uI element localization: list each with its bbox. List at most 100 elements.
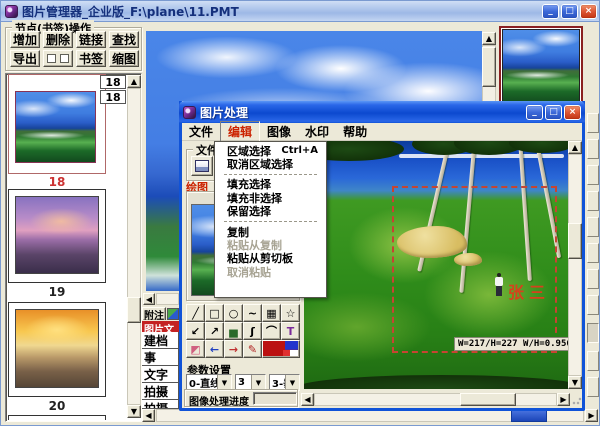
- chevron-down-icon[interactable]: ▼: [285, 375, 299, 390]
- tool-pencil[interactable]: ✎: [243, 340, 262, 358]
- dialog-close-button[interactable]: ×: [564, 105, 581, 120]
- list-scroll-up-button[interactable]: ▲: [127, 75, 141, 88]
- notes-row[interactable]: 建档: [142, 332, 179, 349]
- pager-segment[interactable]: [587, 269, 599, 289]
- tool-line[interactable]: ╱: [186, 304, 205, 322]
- pager-segment[interactable]: [587, 139, 599, 159]
- tool-pattern[interactable]: ▦: [262, 304, 281, 322]
- thumbnail-image-18: [15, 91, 96, 163]
- tool-arrow-right[interactable]: →: [224, 340, 243, 358]
- export-button[interactable]: 导出: [10, 50, 40, 67]
- tool-bars[interactable]: ▅: [224, 322, 243, 340]
- pager-segment-active[interactable]: [587, 323, 599, 343]
- dialog-titlebar: 图片处理 _ □ ×: [179, 101, 585, 123]
- dialog-vscrollbar-thumb[interactable]: [568, 223, 582, 259]
- dialog-vscrollbar-track[interactable]: [568, 154, 582, 376]
- checkbox-pair-button[interactable]: [43, 50, 73, 67]
- tool-arc[interactable]: ⌒: [262, 322, 281, 340]
- notes-row[interactable]: 事: [142, 349, 179, 366]
- node-number-field[interactable]: 18: [100, 75, 126, 89]
- thumbnail-label-18: 18: [8, 175, 106, 189]
- pager-segment[interactable]: [587, 165, 599, 185]
- dialog-title: 图片处理: [200, 104, 248, 121]
- tool-eraser[interactable]: ◩: [186, 340, 205, 358]
- floppy-icon: [195, 160, 209, 172]
- menu-item-cancel-region[interactable]: 取消区域选择: [215, 157, 326, 170]
- dialog-icon: [183, 106, 196, 119]
- list-scrollbar-track[interactable]: [127, 88, 141, 405]
- pager-segment[interactable]: [587, 217, 599, 237]
- delete-button[interactable]: 删除: [43, 31, 73, 48]
- tab-icon[interactable]: [167, 308, 179, 320]
- list-item-19[interactable]: [8, 189, 106, 283]
- menu-edit[interactable]: 编辑: [220, 121, 260, 142]
- checkbox-2[interactable]: [60, 54, 69, 63]
- selection-rectangle[interactable]: [392, 186, 557, 353]
- main-scroll-left-button[interactable]: ◀: [142, 409, 155, 422]
- main-scroll-right-button[interactable]: ▶: [585, 409, 598, 422]
- list-scrollbar-thumb[interactable]: [127, 297, 141, 323]
- notes-hscroll-track[interactable]: [156, 293, 179, 305]
- tool-arrow-left[interactable]: ←: [205, 340, 224, 358]
- save-button[interactable]: [191, 156, 213, 176]
- bookmark-button[interactable]: 书签: [76, 50, 106, 67]
- thumbnail-image-19: [15, 196, 99, 274]
- list-scroll-down-button[interactable]: ▼: [127, 405, 141, 418]
- tool-rectangle[interactable]: □: [205, 304, 224, 322]
- dialog-hscrollbar-thumb[interactable]: [460, 393, 516, 406]
- menu-file[interactable]: 文件: [182, 122, 220, 141]
- minimize-button[interactable]: _: [542, 4, 559, 19]
- main-scroll-up-button[interactable]: ▲: [482, 32, 496, 45]
- tool-ellipse[interactable]: ○: [224, 304, 243, 322]
- add-button[interactable]: 增加: [10, 31, 40, 48]
- chevron-down-icon[interactable]: ▼: [217, 375, 231, 390]
- notes-row[interactable]: 拍摄: [142, 400, 179, 409]
- menu-item-keep-selection[interactable]: 保留选择: [215, 205, 326, 218]
- pager-segment[interactable]: [587, 295, 599, 315]
- color-palette[interactable]: [262, 340, 300, 358]
- close-button[interactable]: ×: [580, 4, 597, 19]
- preview-thumbnail[interactable]: [502, 29, 580, 104]
- pager-segment[interactable]: [587, 351, 599, 371]
- list-item-20[interactable]: [8, 302, 106, 397]
- menu-help[interactable]: 帮助: [336, 122, 374, 141]
- image-manager-window: 图片管理器_企业版_F:\plane\11.PMT _ □ × ▲ 节点(书签)…: [0, 0, 600, 426]
- resize-grip[interactable]: [572, 395, 582, 405]
- chevron-down-icon[interactable]: ▼: [251, 375, 265, 390]
- dialog-hscrollbar-track[interactable]: [314, 393, 557, 406]
- pager-segment[interactable]: [587, 377, 599, 397]
- node-number-field-2[interactable]: 18: [100, 90, 126, 104]
- notes-row[interactable]: 拍摄: [142, 383, 179, 400]
- tab-notes[interactable]: 附注: [142, 307, 166, 320]
- tool-arrow-sw[interactable]: ↙: [186, 322, 205, 340]
- notes-row[interactable]: 文字: [142, 366, 179, 383]
- pager-segment[interactable]: [587, 113, 599, 133]
- link-button[interactable]: 链接: [76, 31, 106, 48]
- dialog-image-view[interactable]: 张三 W=217/H=227 W/H=0.956: [304, 141, 568, 389]
- pager-segment[interactable]: [587, 243, 599, 263]
- notes-scroll-left-button[interactable]: ◀: [143, 293, 155, 305]
- tool-zigzag[interactable]: ʃ: [243, 322, 262, 340]
- shortcut: Ctrl+A: [281, 145, 318, 156]
- main-vscrollbar-thumb[interactable]: [482, 47, 496, 87]
- menu-watermark[interactable]: 水印: [298, 122, 336, 141]
- dialog-scroll-down-button[interactable]: ▼: [568, 376, 582, 389]
- checkbox-1[interactable]: [47, 54, 56, 63]
- dialog-maximize-button[interactable]: □: [545, 105, 562, 120]
- thumbnail-button[interactable]: 缩图: [109, 50, 139, 67]
- dialog-scroll-right-button[interactable]: ▶: [557, 393, 570, 406]
- dialog-minimize-button[interactable]: _: [526, 105, 543, 120]
- tool-curve[interactable]: ~: [243, 304, 262, 322]
- find-button[interactable]: 查找: [109, 31, 139, 48]
- dialog-scroll-left-button[interactable]: ◀: [301, 393, 314, 406]
- tool-star[interactable]: ☆: [281, 304, 300, 322]
- maximize-button[interactable]: □: [561, 4, 578, 19]
- list-item-18[interactable]: [8, 74, 106, 174]
- tool-text[interactable]: T: [281, 322, 300, 340]
- dialog-scroll-up-button[interactable]: ▲: [568, 141, 582, 154]
- window-title: 图片管理器_企业版_F:\plane\11.PMT: [22, 3, 239, 20]
- tool-arrow-ne[interactable]: ↗: [205, 322, 224, 340]
- list-item-partial[interactable]: [8, 415, 106, 420]
- menu-image[interactable]: 图像: [260, 122, 298, 141]
- pager-segment[interactable]: [587, 191, 599, 211]
